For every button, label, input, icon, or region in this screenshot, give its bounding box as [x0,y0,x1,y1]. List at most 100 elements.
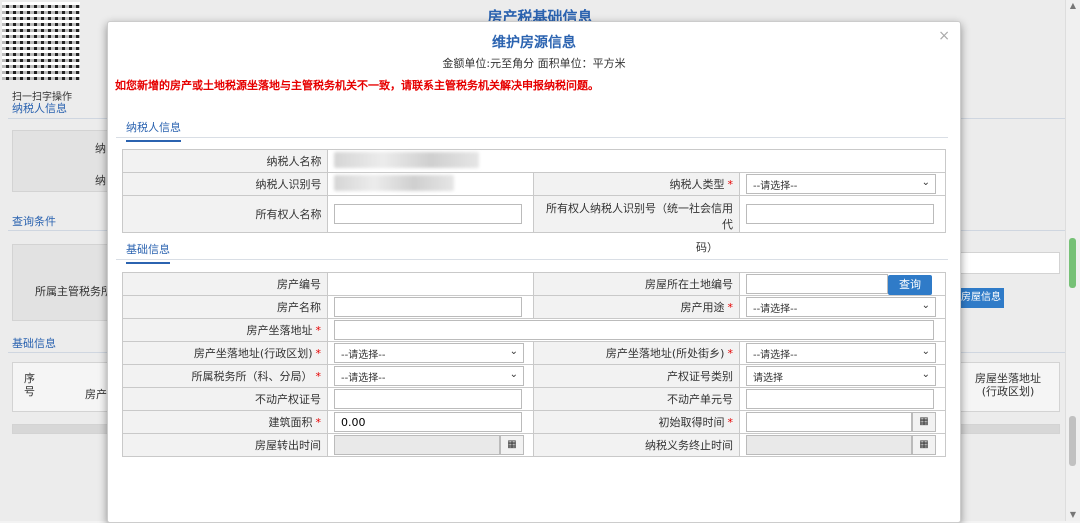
estate-cert-input[interactable] [334,389,523,409]
chevron-down-icon: ⌄ [509,346,519,357]
calendar-icon[interactable]: ▦ [500,435,525,455]
land-no-label: 房屋所在土地编号 [533,272,740,296]
owner-id-input[interactable] [745,204,934,224]
estate-cert-cell [327,387,534,411]
owner-name-label: 所有权人名称 [121,195,329,233]
district-label: 房产坐落地址(行政区划) [193,347,313,360]
district-select[interactable]: --请选择-- ⌄ [334,343,525,363]
obligation-end-picker[interactable]: ▦ [745,435,936,455]
usage-select[interactable]: --请选择-- ⌄ [745,297,936,317]
office-select[interactable]: --请选择-- ⌄ [334,366,525,386]
tab-taxpayer-info[interactable]: 纳税人信息 [126,119,181,142]
office-cell: --请选择-- ⌄ [327,364,534,388]
taxpayer-id-value [327,172,535,196]
owner-name-input[interactable] [334,204,523,224]
query-button[interactable]: 查询 [887,275,932,295]
chevron-down-icon: ⌄ [921,177,930,188]
estate-cert-label: 不动产权证号 [121,387,329,411]
transfer-time-picker[interactable]: ▦ [334,435,525,455]
required-asterisk: * [315,324,322,337]
dialog-subtitle: 金额单位:元至角分 面积单位：平方米 [442,57,626,70]
acquire-time-label-cell: 初始取得时间 * [533,410,740,434]
taxpayer-type-label-cell: 纳税人类型 * [533,172,740,196]
address-input[interactable] [334,320,935,340]
owner-name-cell [327,195,535,233]
scroll-down-icon[interactable]: ▼ [1066,509,1080,521]
chevron-down-icon: ⌄ [921,300,930,311]
cert-type-label: 产权证号类别 [533,364,740,388]
obligation-end-label: 纳税义务终止时间 [533,433,740,457]
estate-unit-input[interactable] [745,389,934,409]
basic-info-table: 房产编号 房屋所在土地编号 查询 房产名称 房产用途 * --请选择-- ⌄ 房产坐… [121,272,947,457]
owner-id-label-line2: 码） [696,241,718,254]
cert-type-select[interactable]: 请选择 ⌄ [745,366,936,386]
scrollbar-thumb-2[interactable] [1069,416,1076,466]
acquire-time-cell: ▦ [738,410,947,434]
obligation-end-cell: ▦ [738,433,947,457]
house-no-value [327,272,534,296]
area-input[interactable] [334,412,523,432]
district-cell: --请选择-- ⌄ [327,341,534,365]
street-cell: --请选择-- ⌄ [738,341,947,365]
street-select[interactable]: --请选择-- ⌄ [745,343,936,363]
obligation-end-input[interactable] [745,435,912,455]
required-asterisk: * [727,347,733,360]
usage-cell: --请选择-- ⌄ [738,295,947,319]
owner-id-label-line1: 所有权人纳税人识别号（统一社会信用代 [545,202,733,231]
area-label-cell: 建筑面积 * [121,410,329,434]
taxpayer-type-select[interactable]: --请选择-- ⌄ [745,174,936,194]
usage-label: 房产用途 [680,301,725,314]
taxpayer-type-selected: --请选择-- [752,180,798,192]
chevron-down-icon: ⌄ [509,369,519,380]
acquire-time-input[interactable] [745,412,912,432]
address-label-cell: 房产坐落地址 * [121,318,329,342]
warning-message: 如您新增的房产或土地税源坐落地与主管税务机关不一致，请联系主管税务机关解决申报纳… [115,79,599,92]
dialog-title: 维护房源信息 [492,35,576,51]
house-name-input[interactable] [334,297,523,317]
district-label-cell: 房产坐落地址(行政区划) * [121,341,329,365]
tab-basic-info[interactable]: 基础信息 [126,241,170,264]
acquire-time-picker[interactable]: ▦ [745,412,936,432]
required-asterisk: * [727,416,733,429]
usage-label-cell: 房产用途 * [533,295,740,319]
address-label: 房产坐落地址 [246,324,313,337]
house-no-label: 房产编号 [121,272,329,296]
vertical-scrollbar[interactable]: ▲ ▼ [1065,0,1080,521]
required-asterisk: * [315,347,322,360]
taxpayer-name-label: 纳税人名称 [121,149,329,173]
taxpayer-info-table: 纳税人名称 纳税人识别号 纳税人类型 * --请选择-- ⌄ 所有权人名称 所有权人… [121,149,947,233]
house-name-cell [327,295,534,319]
chevron-down-icon: ⌄ [921,346,930,357]
district-selected: --请选择-- [341,349,386,361]
estate-unit-cell [738,387,947,411]
land-no-input[interactable] [745,274,888,294]
close-icon[interactable]: × [938,28,950,44]
required-asterisk: * [727,178,733,191]
calendar-icon[interactable]: ▦ [911,435,936,455]
usage-selected: --请选择-- [752,303,798,315]
owner-id-cell [738,195,947,233]
scrollbar-thumb[interactable] [1069,238,1076,288]
taxpayer-id-label: 纳税人识别号 [121,172,329,196]
required-asterisk: * [727,301,733,314]
office-label-cell: 所属税务所（科、分局） * [121,364,329,388]
taxpayer-type-cell: --请选择-- ⌄ [738,172,947,196]
taxpayer-type-label: 纳税人类型 [669,178,725,191]
transfer-time-cell: ▦ [327,433,534,457]
area-cell [327,410,534,434]
street-label: 房产坐落地址(所处街乡) [605,347,725,360]
address-cell [327,318,946,342]
acquire-time-label: 初始取得时间 [658,416,725,429]
area-label: 建筑面积 [268,416,313,429]
street-selected: --请选择-- [752,349,798,361]
chevron-down-icon: ⌄ [921,369,930,380]
section-divider [116,137,948,138]
transfer-time-label: 房屋转出时间 [121,433,329,457]
office-label: 所属税务所（科、分局） [191,370,313,383]
calendar-icon[interactable]: ▦ [911,412,936,432]
cert-type-cell: 请选择 ⌄ [738,364,947,388]
transfer-time-input[interactable] [334,435,501,455]
house-name-label: 房产名称 [121,295,329,319]
scroll-up-icon[interactable]: ▲ [1066,0,1080,12]
required-asterisk: * [315,370,322,383]
